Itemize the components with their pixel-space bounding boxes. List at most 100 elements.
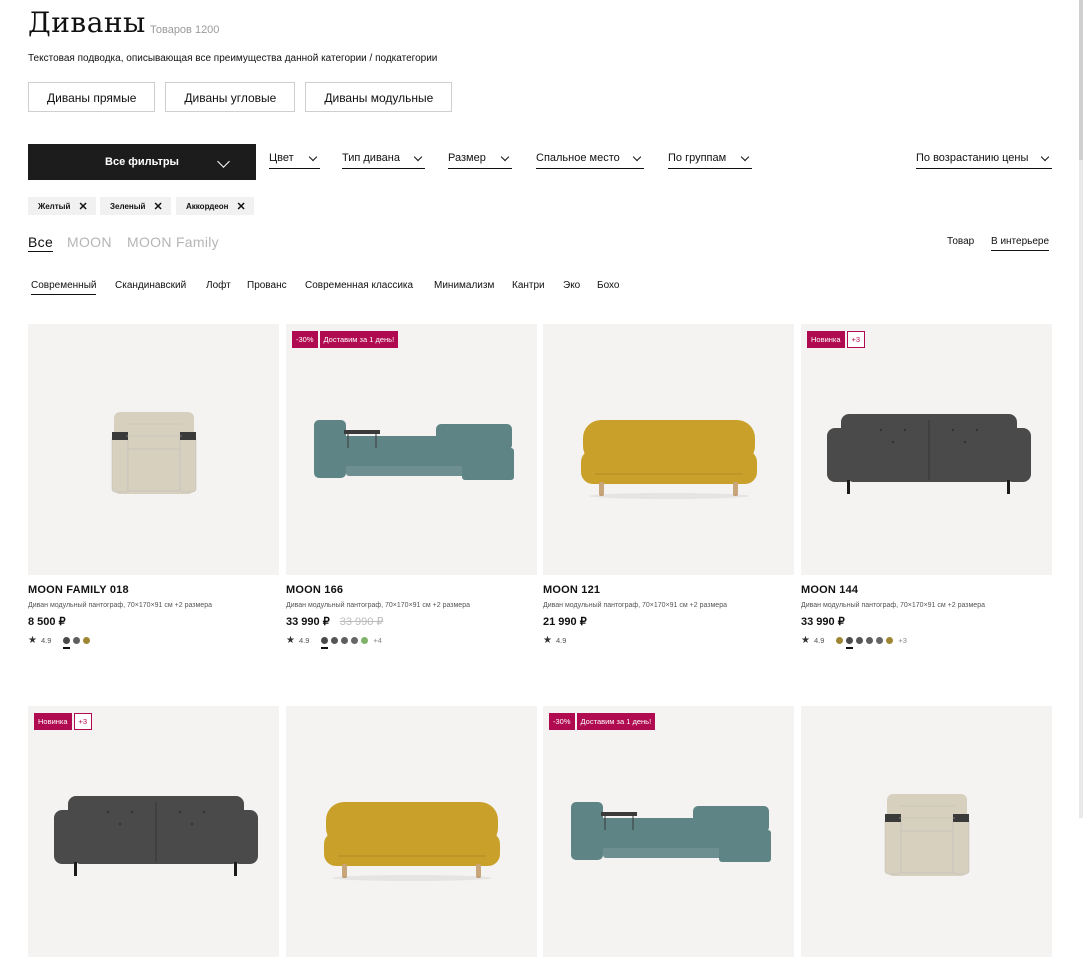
category-description: Текстовая подводка, описывающая все преи… — [28, 53, 438, 64]
style-tab-country[interactable]: Кантри — [512, 280, 545, 291]
close-icon[interactable]: ✕ — [237, 200, 246, 213]
style-tab-modern-classic[interactable]: Современная классика — [305, 280, 413, 291]
product-card[interactable]: Новинка +3 MOON 144 Диван модульный пантогр… — [801, 324, 1052, 649]
dropdown-label: Размер — [448, 152, 486, 164]
product-rating: 4.9 — [813, 636, 825, 645]
product-price: 21 990 ₽ — [543, 616, 587, 628]
color-swatches: +4 — [321, 636, 382, 649]
color-swatch[interactable] — [836, 637, 844, 644]
brand-tab-moon-family[interactable]: MOON Family — [127, 234, 219, 250]
star-icon: ★ — [801, 635, 810, 646]
color-swatch[interactable] — [83, 637, 91, 644]
product-image[interactable]: -30% Доставим за 1 день! — [543, 706, 794, 957]
product-rating: 4.9 — [40, 636, 52, 645]
scrollbar-thumb[interactable] — [1079, 0, 1083, 160]
color-swatches — [63, 637, 91, 649]
filter-chip-yellow[interactable]: Желтый ✕ — [28, 197, 96, 215]
subcategory-modular-sofas-button[interactable]: Диваны модульные — [305, 82, 453, 112]
sort-dropdown[interactable]: По возрастанию цены — [916, 151, 1052, 169]
product-image[interactable]: -30% Доставим за 1 день! — [286, 324, 537, 575]
color-swatch[interactable] — [73, 637, 81, 644]
page-title: Диваны — [28, 6, 146, 39]
chevron-down-icon — [740, 152, 750, 162]
product-name[interactable]: MOON 121 — [543, 584, 794, 596]
product-card[interactable]: -30% Доставим за 1 день! — [543, 706, 794, 957]
color-swatch[interactable] — [361, 637, 369, 644]
product-card[interactable]: MOON FAMILY 018 Диван модульный пантограф… — [28, 324, 279, 649]
product-card[interactable] — [286, 706, 537, 957]
filter-groups-dropdown[interactable]: По группам — [668, 151, 752, 169]
subcategory-corner-sofas-button[interactable]: Диваны угловые — [165, 82, 296, 112]
filter-sofa-type-dropdown[interactable]: Тип дивана — [342, 151, 425, 169]
more-colors-count[interactable]: +4 — [373, 636, 382, 645]
all-filters-label: Все фильтры — [105, 156, 179, 168]
star-icon: ★ — [28, 635, 37, 646]
product-count: Товаров 1200 — [150, 24, 220, 36]
product-card[interactable]: -30% Доставим за 1 день! MOON 166 Диван мод… — [286, 324, 537, 649]
style-tab-eco[interactable]: Эко — [563, 280, 580, 291]
subcategory-straight-sofas-button[interactable]: Диваны прямые — [28, 82, 156, 112]
dropdown-label: Цвет — [269, 152, 294, 164]
style-tab-boho[interactable]: Бохо — [597, 280, 619, 291]
filter-chip-green[interactable]: Зеленый ✕ — [100, 197, 171, 215]
product-name[interactable]: MOON 166 — [286, 584, 537, 596]
close-icon[interactable]: ✕ — [78, 200, 87, 213]
view-tab-product[interactable]: Товар — [947, 236, 974, 247]
product-name[interactable]: MOON FAMILY 018 — [28, 584, 279, 596]
product-image[interactable] — [28, 324, 279, 575]
price-row: 8 500 ₽ — [28, 615, 279, 628]
more-badge: +3 — [846, 331, 866, 348]
filter-color-dropdown[interactable]: Цвет — [269, 151, 320, 169]
color-swatch[interactable] — [886, 637, 894, 644]
price-row: 21 990 ₽ — [543, 615, 794, 628]
color-swatches: +3 — [836, 636, 907, 649]
color-swatch[interactable] — [331, 637, 339, 644]
product-description: Диван модульный пантограф, 70×170×91 см … — [801, 602, 985, 609]
color-swatch[interactable] — [321, 637, 329, 649]
color-swatch[interactable] — [866, 637, 874, 644]
style-tab-provence[interactable]: Прованс — [247, 280, 287, 291]
product-badges: Новинка +3 — [34, 713, 93, 730]
color-swatch[interactable] — [856, 637, 864, 644]
filter-chip-accordion[interactable]: Аккордеон ✕ — [176, 197, 254, 215]
product-image[interactable]: Новинка +3 — [801, 324, 1052, 575]
delivery-badge: Доставим за 1 день! — [319, 331, 399, 348]
delivery-badge: Доставим за 1 день! — [576, 713, 656, 730]
chevron-down-icon — [217, 155, 230, 168]
more-colors-count[interactable]: +3 — [898, 636, 907, 645]
product-meta: ★ 4.9 — [543, 635, 794, 646]
product-image[interactable]: Новинка +3 — [28, 706, 279, 957]
product-card[interactable] — [801, 706, 1052, 957]
product-card[interactable]: MOON 121 Диван модульный пантограф, 70×17… — [543, 324, 794, 646]
color-swatch[interactable] — [351, 637, 359, 644]
new-badge: Новинка — [34, 713, 72, 730]
brand-tab-moon[interactable]: MOON — [67, 234, 112, 250]
chevron-down-icon — [500, 152, 510, 162]
product-image[interactable] — [801, 706, 1052, 957]
product-card[interactable]: Новинка +3 — [28, 706, 279, 957]
product-badges: -30% Доставим за 1 день! — [292, 331, 399, 348]
style-tab-modern[interactable]: Современный — [31, 280, 97, 295]
view-tab-interior[interactable]: В интерьере — [991, 236, 1050, 251]
chevron-down-icon — [1040, 152, 1050, 162]
product-image[interactable] — [543, 324, 794, 575]
chevron-down-icon — [413, 152, 423, 162]
page-scrollbar[interactable] — [1079, 0, 1083, 818]
style-tab-minimalism[interactable]: Минимализм — [434, 280, 494, 291]
product-image[interactable] — [286, 706, 537, 957]
brand-tab-all[interactable]: Все — [28, 234, 54, 252]
color-swatch[interactable] — [341, 637, 349, 644]
filter-sleeping-place-dropdown[interactable]: Спальное место — [536, 151, 644, 169]
product-badges: Новинка +3 — [807, 331, 866, 348]
product-name[interactable]: MOON 144 — [801, 584, 1052, 596]
product-badges: -30% Доставим за 1 день! — [549, 713, 656, 730]
color-swatch[interactable] — [876, 637, 884, 644]
style-tab-loft[interactable]: Лофт — [206, 280, 231, 291]
product-meta: ★ 4.9 +4 — [286, 635, 537, 649]
color-swatch[interactable] — [846, 637, 854, 649]
all-filters-button[interactable]: Все фильтры — [28, 144, 256, 180]
style-tab-scandinavian[interactable]: Скандинавский — [115, 280, 186, 291]
filter-size-dropdown[interactable]: Размер — [448, 151, 512, 169]
color-swatch[interactable] — [63, 637, 71, 649]
close-icon[interactable]: ✕ — [153, 200, 162, 213]
